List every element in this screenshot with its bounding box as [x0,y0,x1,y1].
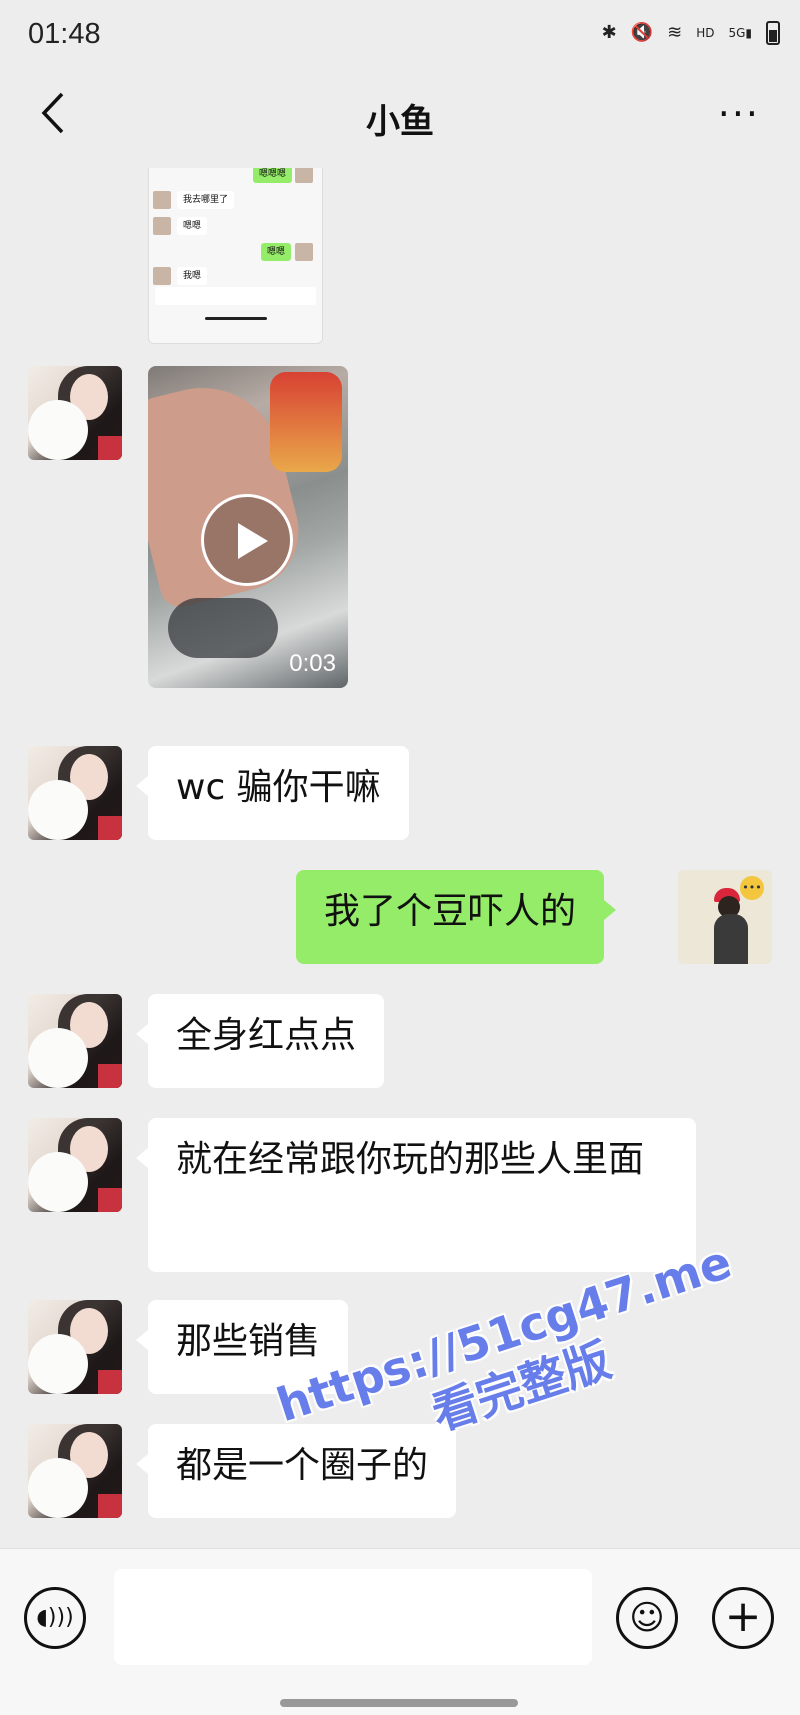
preview-avatar [153,217,171,235]
contact-avatar[interactable] [28,746,122,840]
preview-avatar [295,243,313,261]
preview-bubble: 嗯嗯 [261,243,292,261]
contact-avatar[interactable] [28,1118,122,1212]
video-thumbnail-shadow [168,598,278,658]
received-message[interactable]: 就在经常跟你玩的那些人里面 [136,1118,696,1272]
message-input[interactable] [114,1569,592,1665]
video-duration: 0:03 [289,650,336,677]
preview-input-bar [155,287,316,305]
my-avatar[interactable]: ••• [678,870,772,964]
status-icons: ✱ 🔇 ≋ HD 5G▮ [602,20,780,46]
plus-icon[interactable]: + [712,1587,774,1649]
contact-avatar[interactable] [28,994,122,1088]
screenshot-image-message[interactable]: 嗯嗯嗯 我去哪里了 嗯嗯 嗯嗯 我嗯 [148,168,323,344]
sent-message[interactable]: 我了个豆吓人的 [296,870,617,964]
network-label: 5G [728,26,746,40]
preview-bubble: 嗯嗯 [177,217,208,235]
status-time: 01:48 [28,18,101,50]
emoji-icon[interactable]: ☺ [616,1587,678,1649]
status-bar: 01:48 ✱ 🔇 ≋ HD 5G▮ [0,0,800,72]
more-options-icon[interactable]: ··· [718,86,760,142]
chat-title: 小鱼 [366,102,434,142]
wifi-icon: ≋ [667,22,683,43]
preview-home-bar [205,317,267,320]
home-indicator[interactable] [280,1699,518,1707]
signal-5g-icon: 5G▮ [728,26,752,40]
preview-bubble: 我去哪里了 [177,191,235,209]
received-message[interactable]: 全身红点点 [135,994,385,1088]
input-bar: ◖))) ☺ + [0,1548,800,1715]
preview-avatar [153,267,171,285]
hd-icon: HD [696,26,715,40]
preview-bubble: 嗯嗯嗯 [253,168,293,183]
preview-avatar [153,191,171,209]
battery-icon [766,21,780,45]
video-thumbnail-object [270,372,342,472]
chat-header: 小鱼 ··· [0,72,800,168]
contact-avatar[interactable] [28,1424,122,1518]
play-icon[interactable] [201,494,293,586]
received-message[interactable]: wc 骗你干嘛 [136,746,409,840]
contact-avatar[interactable] [28,366,122,460]
preview-bubble: 我嗯 [177,267,208,285]
mute-icon: 🔇 [630,22,654,43]
contact-avatar[interactable] [28,1300,122,1394]
emoji-badge-icon: ••• [740,876,764,900]
video-message[interactable]: 0:03 [148,366,348,688]
bluetooth-icon: ✱ [601,22,617,43]
preview-avatar [295,168,313,183]
voice-icon[interactable]: ◖))) [24,1587,86,1649]
